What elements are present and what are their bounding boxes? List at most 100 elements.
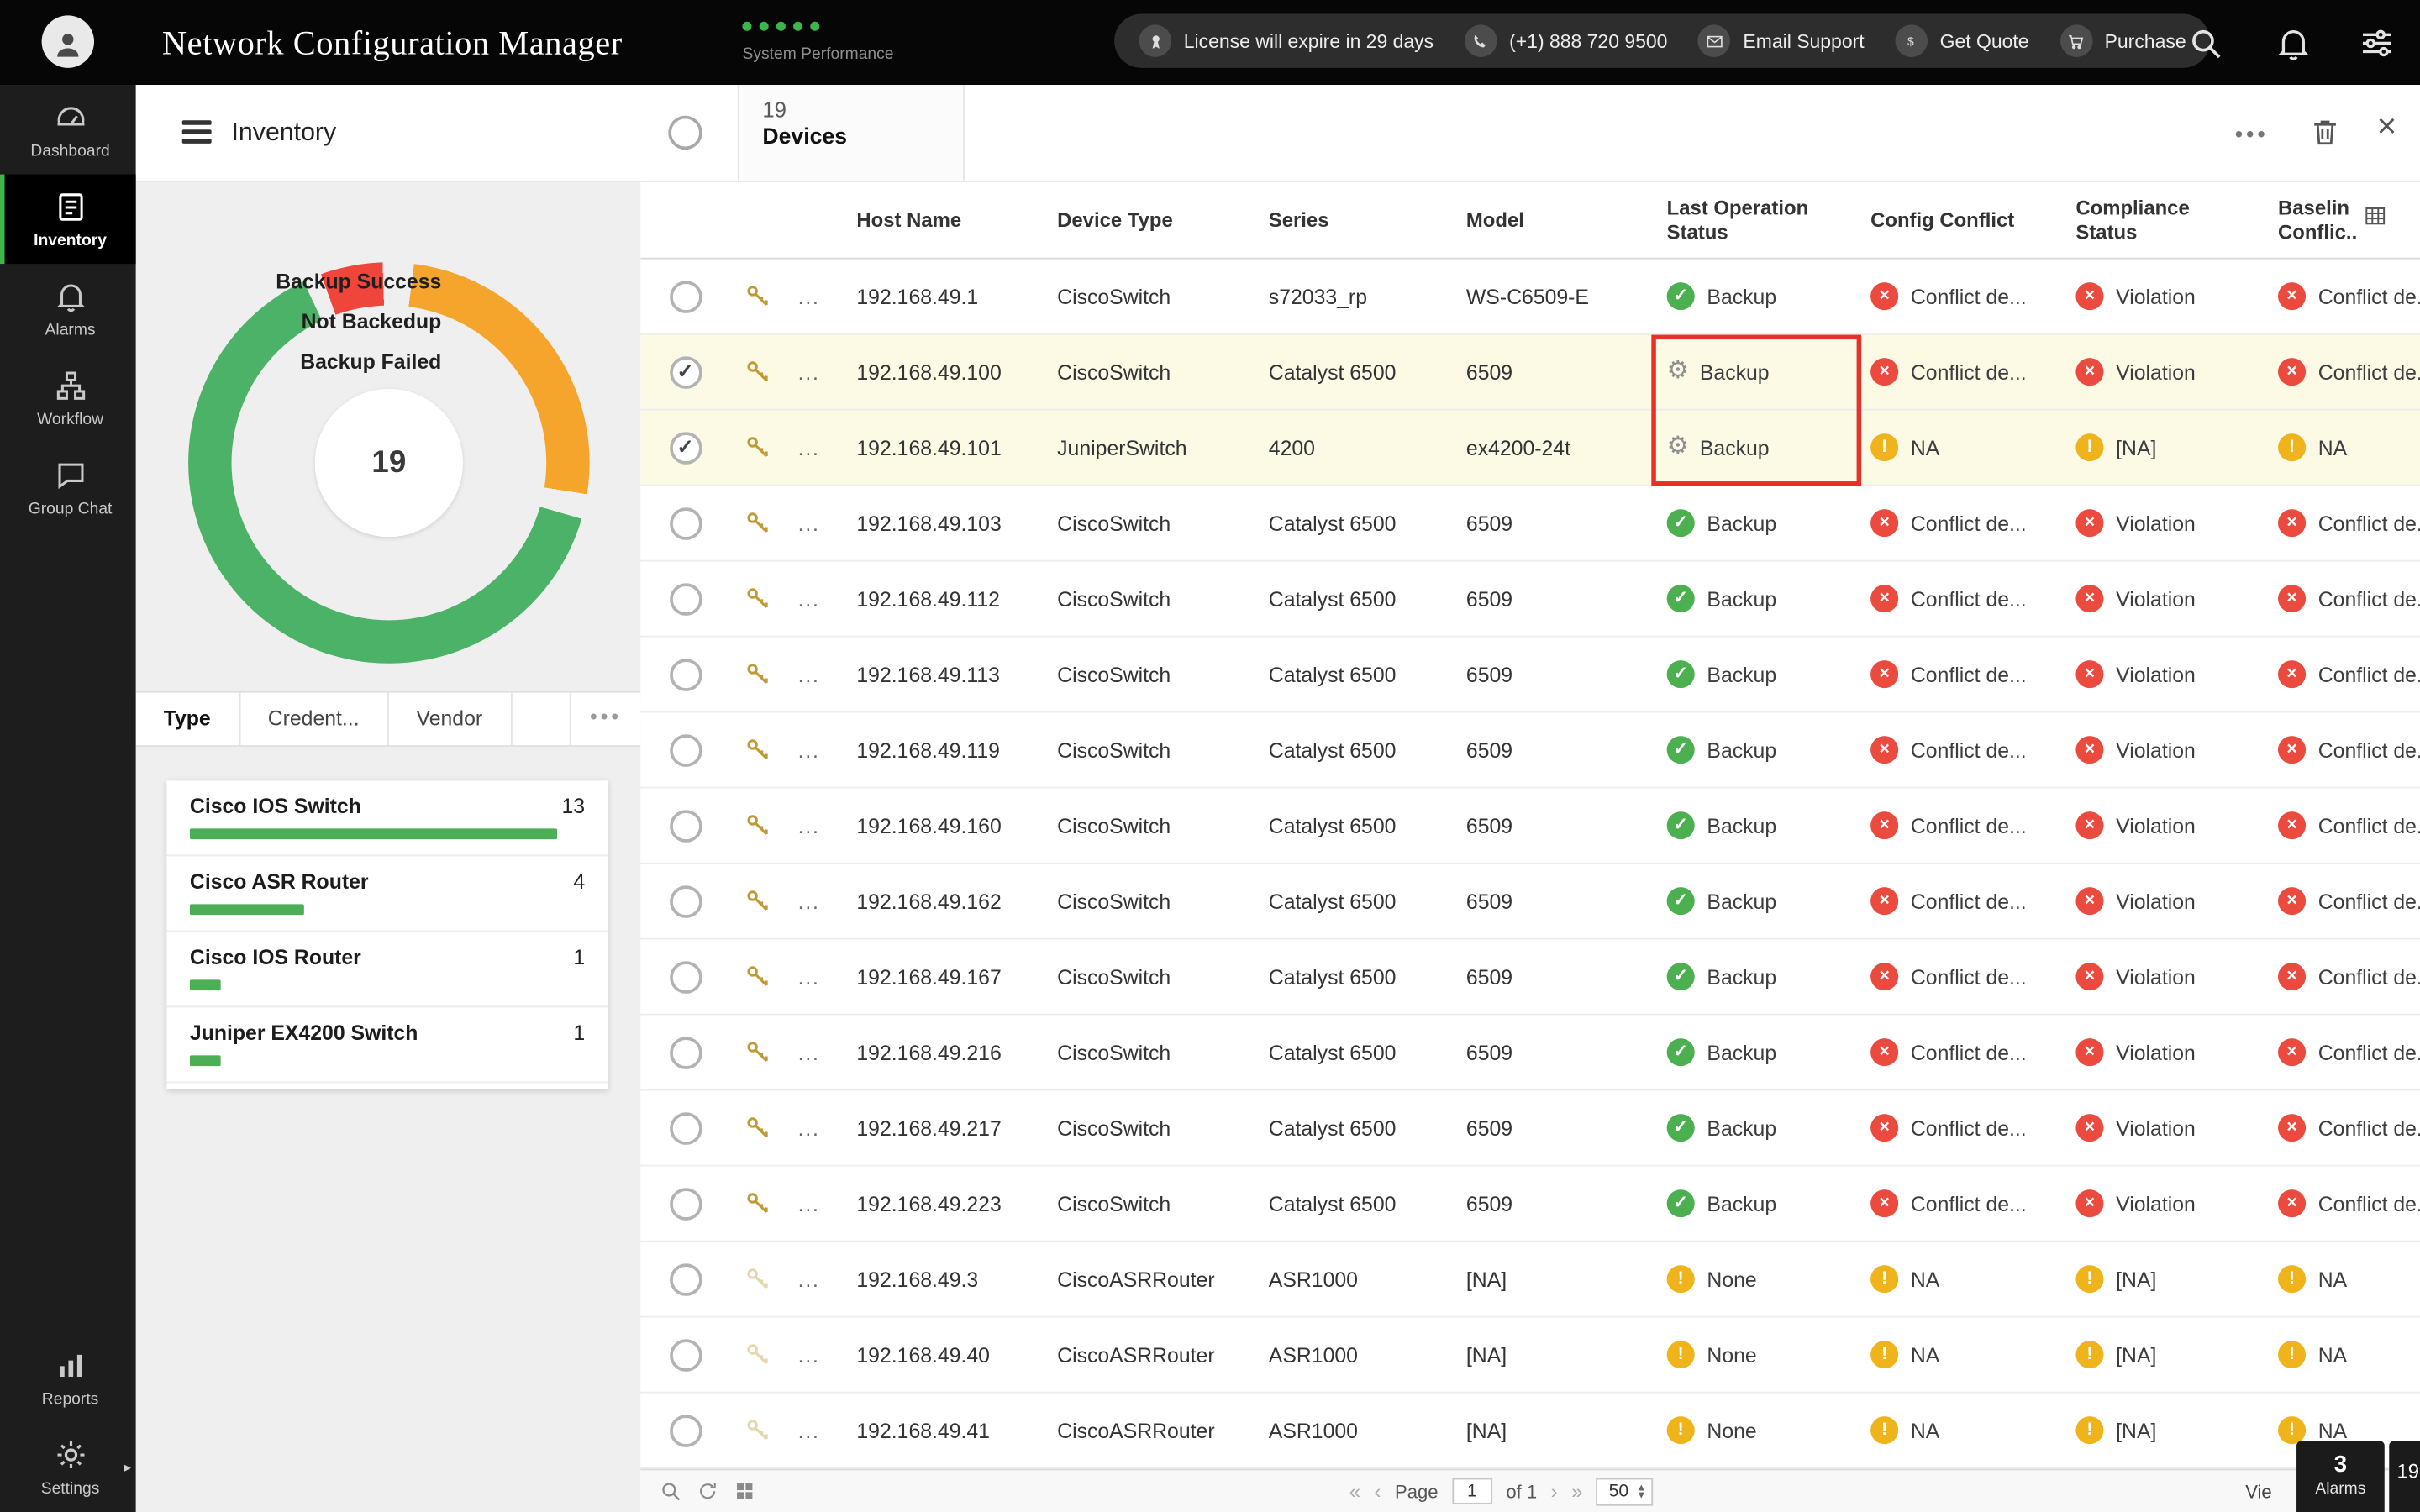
table-row[interactable]: ...192.168.49.119CiscoSwitchCatalyst 650… xyxy=(640,713,2420,789)
cell-actions[interactable]: ... xyxy=(786,1016,844,1089)
quick-settings-sliders-icon[interactable] xyxy=(2359,24,2396,61)
cell-actions[interactable]: ... xyxy=(786,486,844,560)
first-page-icon[interactable]: « xyxy=(1349,1480,1360,1502)
column-header-series[interactable]: Series xyxy=(1256,182,1454,258)
table-row[interactable]: ...192.168.49.3CiscoASRRouterASR1000[NA]… xyxy=(640,1242,2420,1318)
tab-devices[interactable]: 19 Devices xyxy=(738,85,965,181)
type-list-item[interactable]: Juniper EX4200 Switch1 xyxy=(166,1007,608,1083)
filter-tab-credent[interactable]: Credent... xyxy=(240,693,389,745)
select-all-radio[interactable] xyxy=(668,116,702,150)
row-select-radio[interactable] xyxy=(669,1036,702,1068)
row-select-radio[interactable] xyxy=(669,885,702,917)
table-row[interactable]: ...192.168.49.217CiscoSwitchCatalyst 650… xyxy=(640,1091,2420,1167)
user-avatar[interactable] xyxy=(42,15,94,67)
row-select-radio[interactable] xyxy=(669,280,702,312)
devices-badge-widget[interactable]: 19 xyxy=(2389,1441,2420,1512)
table-row[interactable]: ...192.168.49.216CiscoSwitchCatalyst 650… xyxy=(640,1016,2420,1091)
sidebar-item-inventory[interactable]: Inventory xyxy=(0,175,136,265)
cell-actions[interactable]: ... xyxy=(786,260,844,333)
cell-select xyxy=(640,1016,730,1089)
close-icon[interactable]: × xyxy=(2377,109,2397,143)
cell-actions[interactable]: ... xyxy=(786,335,844,409)
status-success-icon: ✓ xyxy=(1667,811,1695,839)
topbar-item--1-888-720-9500[interactable]: (+1) 888 720 9500 xyxy=(1465,24,1668,57)
table-row[interactable]: ✓...192.168.49.101JuniperSwitch4200ex420… xyxy=(640,411,2420,486)
column-header-config-conflict[interactable]: Config Conflict xyxy=(1858,182,2063,258)
search-icon[interactable] xyxy=(2187,24,2224,61)
table-row[interactable]: ...192.168.49.112CiscoSwitchCatalyst 650… xyxy=(640,562,2420,638)
table-row[interactable]: ...192.168.49.113CiscoSwitchCatalyst 650… xyxy=(640,638,2420,713)
type-list-item[interactable]: Cisco IOS Switch13 xyxy=(166,780,608,856)
sidebar-item-workflow[interactable]: Workflow xyxy=(0,354,136,444)
cell-actions[interactable]: ... xyxy=(786,940,844,1014)
sidebar-item-alarms[interactable]: Alarms xyxy=(0,264,136,354)
topbar-item-email-support[interactable]: Email Support xyxy=(1698,24,1864,57)
row-select-radio[interactable]: ✓ xyxy=(669,355,702,388)
table-row[interactable]: ...192.168.49.41CiscoASRRouterASR1000[NA… xyxy=(640,1394,2420,1469)
row-select-radio[interactable] xyxy=(669,507,702,539)
cell-actions[interactable]: ... xyxy=(786,562,844,636)
sidebar-item-settings[interactable]: Settings▸ xyxy=(0,1422,136,1512)
table-row[interactable]: ...192.168.49.167CiscoSwitchCatalyst 650… xyxy=(640,940,2420,1016)
table-row[interactable]: ...192.168.49.1CiscoSwitchs72033_rpWS-C6… xyxy=(640,260,2420,335)
topbar-item-license-will-expire-in-29-days[interactable]: License will expire in 29 days xyxy=(1139,24,1434,57)
footer-zoom-icon[interactable] xyxy=(659,1479,682,1503)
sidebar-item-dashboard[interactable]: Dashboard xyxy=(0,85,136,175)
column-header-host-name[interactable]: Host Name xyxy=(844,182,1045,258)
prev-page-icon[interactable]: ‹ xyxy=(1375,1480,1381,1502)
row-select-radio[interactable] xyxy=(669,809,702,842)
more-icon[interactable]: ••• xyxy=(2235,122,2269,148)
type-list-item[interactable]: Cisco ASR Router4 xyxy=(166,856,608,932)
row-select-radio[interactable] xyxy=(669,1414,702,1446)
row-select-radio[interactable] xyxy=(669,1111,702,1144)
trash-icon[interactable] xyxy=(2309,116,2342,149)
table-row[interactable]: ...192.168.49.162CiscoSwitchCatalyst 650… xyxy=(640,864,2420,940)
row-select-radio[interactable] xyxy=(669,960,702,993)
page-size-select[interactable]: 50 ▲▼ xyxy=(1597,1478,1653,1505)
table-row[interactable]: ...192.168.49.103CiscoSwitchCatalyst 650… xyxy=(640,486,2420,562)
column-header-baselin[interactable]: Baselin Conflic.. xyxy=(2265,182,2420,258)
sidebar-item-reports[interactable]: Reports xyxy=(0,1333,136,1423)
alarms-widget[interactable]: 3 Alarms xyxy=(2296,1441,2385,1512)
column-header-compliance[interactable]: Compliance Status xyxy=(2064,182,2266,258)
row-select-radio[interactable] xyxy=(669,582,702,615)
cell-actions[interactable]: ... xyxy=(786,1394,844,1467)
footer-refresh-icon[interactable] xyxy=(696,1479,719,1503)
column-header-device-type[interactable]: Device Type xyxy=(1044,182,1256,258)
cell-actions[interactable]: ... xyxy=(786,638,844,711)
cell-actions[interactable]: ... xyxy=(786,713,844,787)
topbar-item-get-quote[interactable]: $Get Quote xyxy=(1895,24,2028,57)
sidebar-item-group-chat[interactable]: Group Chat xyxy=(0,443,136,533)
cell-actions[interactable]: ... xyxy=(786,1167,844,1241)
column-header-last-operation[interactable]: Last Operation Status xyxy=(1655,182,1858,258)
cell-actions[interactable]: ... xyxy=(786,864,844,938)
table-row[interactable]: ...192.168.49.160CiscoSwitchCatalyst 650… xyxy=(640,789,2420,864)
row-select-radio[interactable] xyxy=(669,1263,702,1295)
last-page-icon[interactable]: » xyxy=(1571,1480,1582,1502)
footer-grid-icon[interactable] xyxy=(733,1479,756,1503)
cell-actions[interactable]: ... xyxy=(786,789,844,863)
next-page-icon[interactable]: › xyxy=(1551,1480,1558,1502)
cell-actions[interactable]: ... xyxy=(786,1091,844,1165)
column-header-model[interactable]: Model xyxy=(1454,182,1655,258)
cell-actions[interactable]: ... xyxy=(786,1242,844,1316)
filter-tab-type[interactable]: Type xyxy=(136,693,240,745)
type-list-item[interactable]: Cisco IOS Router1 xyxy=(166,932,608,1007)
topbar-item-purchase[interactable]: Purchase xyxy=(2060,24,2186,57)
menu-icon[interactable] xyxy=(182,120,212,148)
table-row[interactable]: ...192.168.49.223CiscoSwitchCatalyst 650… xyxy=(640,1167,2420,1242)
cell-actions[interactable]: ... xyxy=(786,411,844,485)
row-select-radio[interactable]: ✓ xyxy=(669,431,702,464)
cell-actions[interactable]: ... xyxy=(786,1318,844,1392)
row-select-radio[interactable] xyxy=(669,733,702,766)
notifications-bell-icon[interactable] xyxy=(2275,24,2312,61)
table-row[interactable]: ✓...192.168.49.100CiscoSwitchCatalyst 65… xyxy=(640,335,2420,411)
row-select-radio[interactable] xyxy=(669,658,702,690)
filter-more-icon[interactable]: ••• xyxy=(570,693,640,745)
table-row[interactable]: ...192.168.49.40CiscoASRRouterASR1000[NA… xyxy=(640,1318,2420,1394)
filter-tab-vendor[interactable]: Vendor xyxy=(388,693,512,745)
row-select-radio[interactable] xyxy=(669,1338,702,1371)
page-number-input[interactable] xyxy=(1452,1478,1492,1504)
column-chooser-icon[interactable] xyxy=(2363,203,2387,228)
row-select-radio[interactable] xyxy=(669,1187,702,1220)
